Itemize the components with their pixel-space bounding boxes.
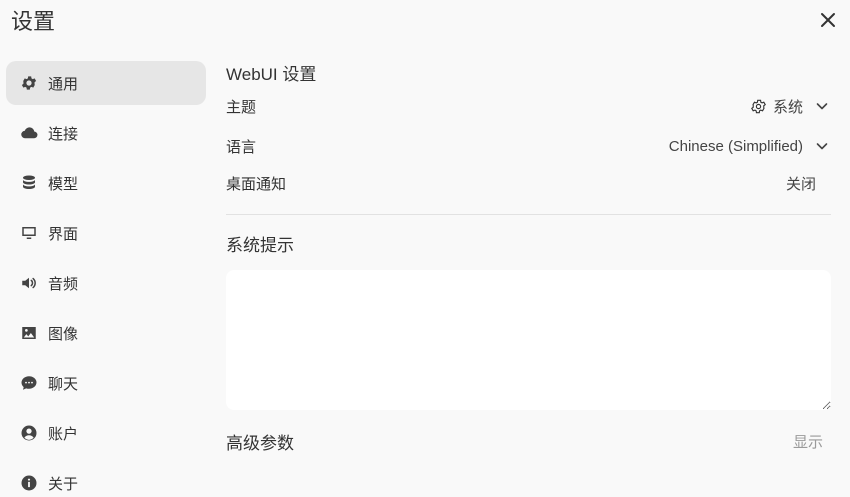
chevron-down-icon (816, 143, 828, 150)
settings-sidebar: 通用 连接 模型 界面 音频 图像 聊天 账户 关于 (6, 61, 206, 497)
advanced-params-toggle[interactable]: 显示 (793, 431, 823, 452)
sidebar-item-audio[interactable]: 音频 (6, 261, 206, 305)
sidebar-item-label: 聊天 (48, 375, 79, 393)
notification-row: 桌面通知 关闭 (226, 172, 831, 194)
theme-select[interactable]: 系统 (750, 96, 831, 117)
page-title: 设置 (11, 9, 56, 34)
theme-value: 系统 (772, 98, 803, 116)
database-icon (20, 174, 38, 192)
sidebar-item-account[interactable]: 账户 (6, 411, 206, 455)
sidebar-item-images[interactable]: 图像 (6, 311, 206, 355)
theme-label: 主题 (226, 98, 257, 116)
close-icon[interactable] (816, 8, 840, 32)
sidebar-item-interface[interactable]: 界面 (6, 211, 206, 255)
language-value: Chinese (Simplified) (668, 137, 803, 155)
system-prompt-heading: 系统提示 (226, 236, 294, 255)
chat-icon (20, 374, 38, 392)
speaker-icon (20, 274, 38, 292)
language-label: 语言 (226, 138, 257, 156)
sidebar-item-chat[interactable]: 聊天 (6, 361, 206, 405)
sidebar-item-about[interactable]: 关于 (6, 461, 206, 497)
sidebar-item-label: 模型 (48, 175, 79, 193)
user-icon (20, 424, 38, 442)
advanced-params-heading: 高级参数 (226, 434, 294, 453)
sidebar-item-label: 连接 (48, 125, 79, 143)
language-row: 语言 Chinese (Simplified) (226, 135, 831, 157)
gear-icon (20, 74, 38, 92)
image-icon (20, 324, 38, 342)
theme-row: 主题 系统 (226, 95, 831, 117)
notification-label: 桌面通知 (226, 175, 287, 193)
language-select[interactable]: Chinese (Simplified) (669, 138, 831, 155)
sidebar-item-connections[interactable]: 连接 (6, 111, 206, 155)
sidebar-item-label: 关于 (48, 475, 79, 493)
sidebar-item-label: 音频 (48, 275, 79, 293)
system-prompt-input[interactable] (226, 270, 831, 410)
info-icon (20, 474, 38, 492)
cloud-icon (20, 124, 38, 142)
monitor-icon (20, 224, 38, 242)
section-divider (226, 214, 831, 215)
system-theme-icon (751, 99, 766, 113)
notification-toggle[interactable]: 关闭 (786, 173, 816, 194)
webui-settings-heading: WebUI 设置 (226, 65, 317, 84)
sidebar-item-models[interactable]: 模型 (6, 161, 206, 205)
sidebar-item-general[interactable]: 通用 (6, 61, 206, 105)
settings-content: WebUI 设置 主题 系统 语言 Chinese (Simplified) 桌… (226, 60, 831, 454)
sidebar-item-label: 账户 (48, 425, 79, 443)
sidebar-item-label: 图像 (48, 325, 79, 343)
chevron-down-icon (816, 103, 828, 110)
sidebar-item-label: 通用 (48, 75, 79, 93)
advanced-params-row: 高级参数 显示 (226, 429, 831, 454)
sidebar-item-label: 界面 (48, 225, 79, 243)
